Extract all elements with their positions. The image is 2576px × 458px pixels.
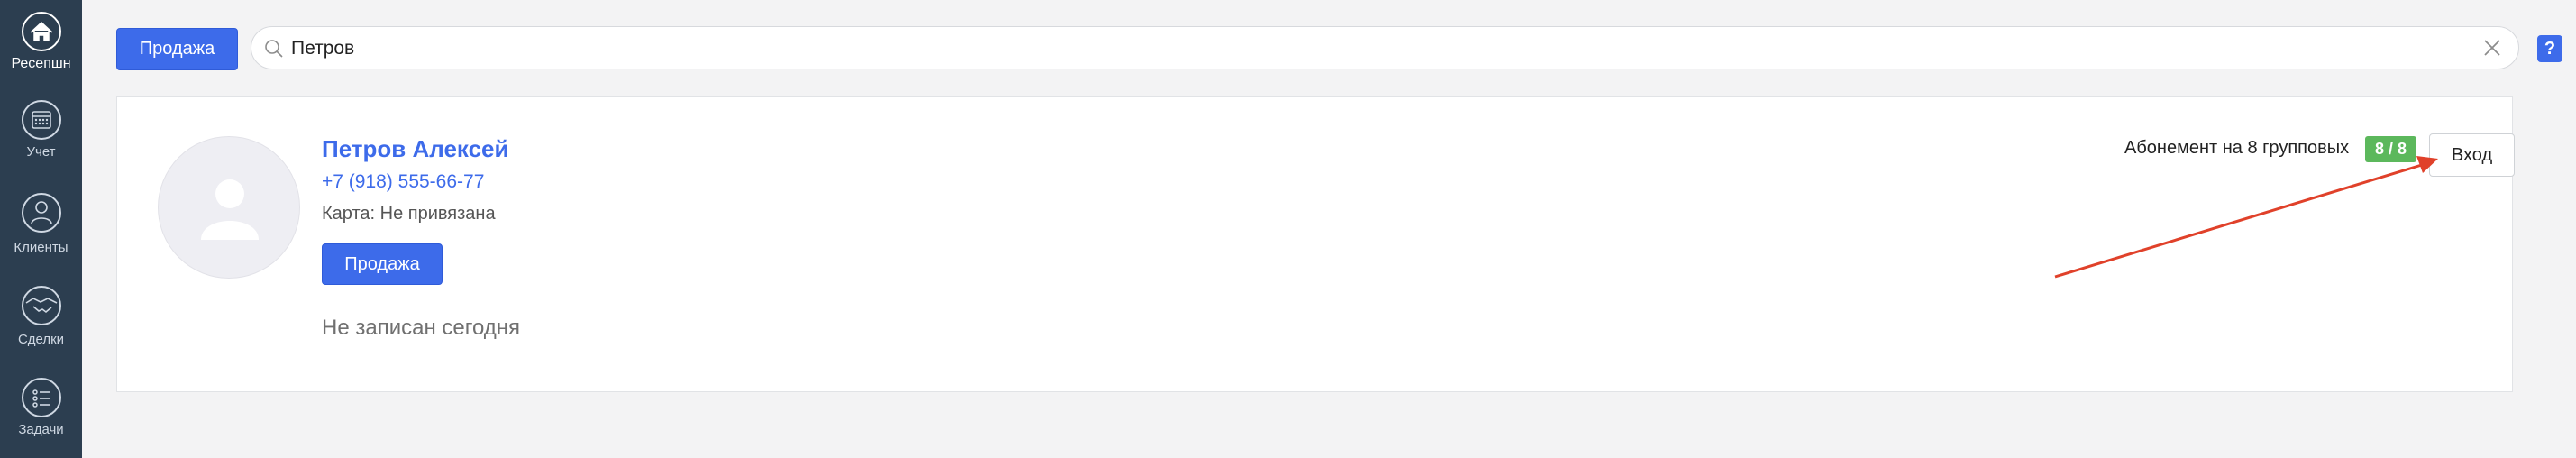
booking-status: Не записан сегодня bbox=[322, 316, 521, 340]
sidebar-item-reception[interactable]: Ресепшн bbox=[0, 11, 82, 72]
sidebar-item-clients[interactable]: Клиенты bbox=[0, 189, 82, 255]
sidebar-item-label: Клиенты bbox=[14, 240, 69, 255]
sidebar-item-deals[interactable]: Сделки bbox=[0, 283, 82, 347]
search-icon bbox=[265, 40, 283, 58]
sale-button[interactable]: Продажа bbox=[116, 28, 238, 70]
sidebar-item-label: Сделки bbox=[17, 332, 65, 347]
person-icon bbox=[21, 193, 61, 233]
sidebar-item-tasks[interactable]: Задачи bbox=[0, 377, 82, 437]
client-phone-link[interactable]: +7 (918) 555-66-77 bbox=[322, 171, 484, 193]
home-icon bbox=[21, 12, 61, 51]
clear-search-icon[interactable] bbox=[2482, 38, 2502, 58]
sidebar-item-accounting[interactable]: Учет bbox=[0, 99, 82, 160]
card-status: Карта: Не привязана bbox=[322, 204, 496, 224]
handshake-icon bbox=[21, 286, 61, 325]
tasks-icon bbox=[21, 378, 61, 417]
client-card: Петров Алексей +7 (918) 555-66-77 Карта:… bbox=[116, 96, 2513, 392]
client-sale-button[interactable]: Продажа bbox=[322, 243, 443, 285]
help-button[interactable]: ? bbox=[2537, 35, 2562, 62]
sidebar: Ресепшн Учет Клиенты Сделки Задачи bbox=[0, 0, 82, 458]
search-field[interactable] bbox=[251, 26, 2519, 69]
enter-button[interactable]: Вход bbox=[2429, 133, 2515, 177]
visits-badge: 8 / 8 bbox=[2365, 136, 2416, 162]
calendar-icon bbox=[21, 100, 61, 140]
sidebar-item-label: Учет bbox=[26, 144, 56, 160]
sidebar-item-label: Задачи bbox=[18, 422, 64, 437]
avatar bbox=[158, 136, 300, 279]
subscription-label: Абонемент на 8 групповых bbox=[2124, 138, 2350, 158]
search-input[interactable] bbox=[289, 32, 2456, 65]
sidebar-item-label: Ресепшн bbox=[11, 56, 71, 71]
client-name-link[interactable]: Петров Алексей bbox=[322, 135, 509, 163]
avatar-placeholder-icon bbox=[201, 179, 259, 240]
